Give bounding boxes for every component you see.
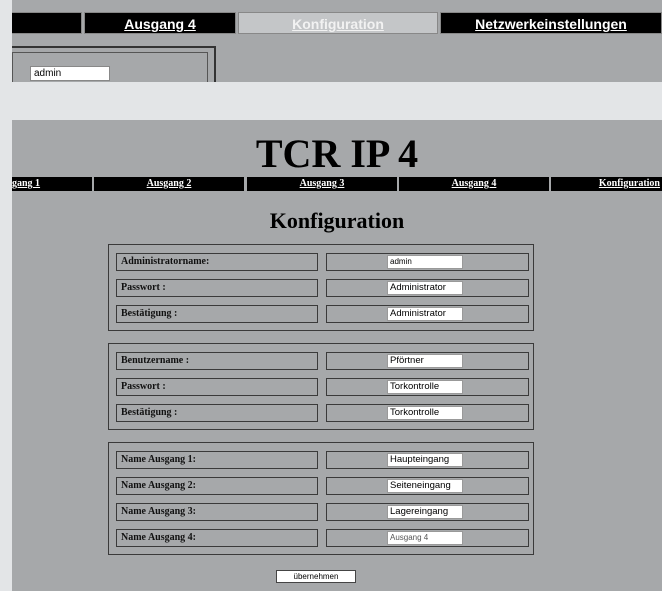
top-nav-bar: Ausgang 4 Konfiguration Netzwerkeinstell… [12,12,662,34]
nav-bar: gang 1 Ausgang 2 Ausgang 3 Ausgang 4 Kon… [12,177,662,191]
output-names-group: Name Ausgang 1: Haupteingang Name Ausgan… [108,442,534,555]
admin-name-input[interactable]: admin [387,255,463,269]
top-tab-ausgang-4[interactable]: Ausgang 4 [84,12,236,34]
admin-name-cell: admin [326,253,529,271]
output-3-input[interactable]: Lagereingang [387,505,463,519]
admin-name-label: Administratorname: [116,253,318,271]
nav-item-konfiguration[interactable]: Konfiguration [551,177,662,191]
user-confirm-cell: Torkontrolle [326,404,529,422]
output-2-label: Name Ausgang 2: [116,477,318,495]
admin-confirm-input[interactable]: Administrator [387,307,463,321]
main-screenshot: TCR IP 4 gang 1 Ausgang 2 Ausgang 3 Ausg… [12,120,662,591]
nav-item-ausgang-2[interactable]: Ausgang 2 [94,177,244,191]
top-admin-input[interactable]: admin [30,66,110,81]
nav-item-ausgang-3[interactable]: Ausgang 3 [247,177,397,191]
output-3-label: Name Ausgang 3: [116,503,318,521]
user-confirm-input[interactable]: Torkontrolle [387,406,463,420]
user-credentials-group: Benutzername : Pförtner Passwort : Torko… [108,343,534,430]
output-4-label: Name Ausgang 4: [116,529,318,547]
admin-credentials-group: Administratorname: admin Passwort : Admi… [108,244,534,331]
nav-item-ausgang-1[interactable]: gang 1 [12,177,92,191]
output-1-label: Name Ausgang 1: [116,451,318,469]
admin-password-label: Passwort : [116,279,318,297]
user-password-cell: Torkontrolle [326,378,529,396]
site-title: TCR IP 4 [255,131,419,176]
top-tab-netzwerkeinstellungen[interactable]: Netzwerkeinstellungen [440,12,662,34]
user-name-label: Benutzername : [116,352,318,370]
output-1-cell: Haupteingang [326,451,529,469]
page-heading: Konfiguration [269,208,405,233]
output-3-cell: Lagereingang [326,503,529,521]
output-4-cell: Ausgang 4 [326,529,529,547]
output-2-input[interactable]: Seiteneingang [387,479,463,493]
admin-password-input[interactable]: Administrator [387,281,463,295]
user-password-label: Passwort : [116,378,318,396]
output-4-input[interactable]: Ausgang 4 [387,531,463,545]
admin-confirm-label: Bestätigung : [116,305,318,323]
submit-button[interactable]: übernehmen [276,570,356,583]
user-password-input[interactable]: Torkontrolle [387,380,463,394]
user-name-input[interactable]: Pförtner [387,354,463,368]
top-tab-konfiguration[interactable]: Konfiguration [238,12,438,34]
user-name-cell: Pförtner [326,352,529,370]
output-1-input[interactable]: Haupteingang [387,453,463,467]
output-2-cell: Seiteneingang [326,477,529,495]
user-confirm-label: Bestätigung : [116,404,318,422]
admin-password-cell: Administrator [326,279,529,297]
nav-item-ausgang-4[interactable]: Ausgang 4 [399,177,549,191]
top-screenshot: Ausgang 4 Konfiguration Netzwerkeinstell… [12,0,662,82]
top-tab-partial[interactable] [12,12,82,34]
admin-confirm-cell: Administrator [326,305,529,323]
